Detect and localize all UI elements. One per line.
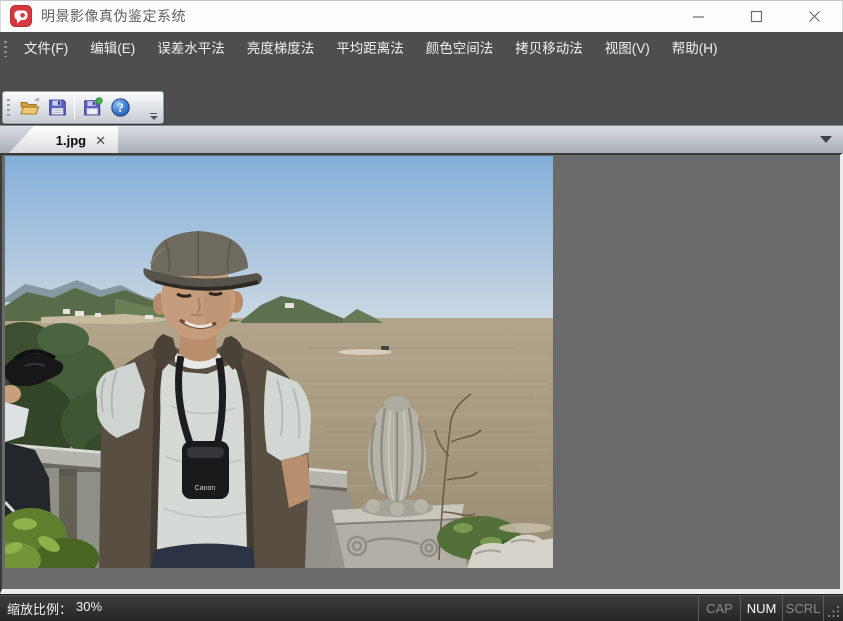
title-bar: 明景影像真伪鉴定系统 [0, 0, 843, 32]
menu-file[interactable]: 文件(F) [13, 32, 79, 66]
save-button[interactable] [43, 94, 71, 122]
toolbar: ? [2, 91, 164, 124]
tab-list-dropdown-icon[interactable] [820, 136, 832, 143]
photo-image: Canon [5, 156, 553, 568]
window-controls [669, 0, 843, 32]
document-tab-bar: 1.jpg ✕ [0, 125, 843, 153]
app-window: 明景影像真伪鉴定系统 文件(F) 编辑(E) 误差水平法 亮度梯度法 平均距离法… [0, 0, 843, 621]
photo-canvas[interactable]: Canon [5, 156, 553, 568]
tab-close-icon[interactable]: ✕ [95, 134, 106, 147]
toolbar-overflow-button[interactable] [147, 102, 160, 120]
caps-lock-indicator: CAP [698, 595, 740, 621]
toolbar-tray: ? [0, 66, 843, 125]
num-lock-indicator: NUM [740, 595, 782, 621]
menu-view[interactable]: 视图(V) [594, 32, 661, 66]
menu-edit[interactable]: 编辑(E) [79, 32, 146, 66]
maximize-button[interactable] [727, 0, 785, 32]
window-title: 明景影像真伪鉴定系统 [41, 6, 186, 26]
zoom-status: 缩放比例： 30% [7, 599, 102, 618]
minimize-button[interactable] [669, 0, 727, 32]
resize-grip-icon [827, 605, 840, 618]
camera-brand-text: Canon [195, 485, 216, 492]
resize-grip-handle[interactable] [824, 595, 843, 621]
status-bar: 缩放比例： 30% CAP NUM SCRL [0, 594, 843, 621]
menu-luminance-gradient[interactable]: 亮度梯度法 [236, 32, 326, 66]
menu-copy-move[interactable]: 拷贝移动法 [504, 32, 594, 66]
save-as-button[interactable] [78, 94, 106, 122]
zoom-value: 30% [76, 599, 102, 618]
scroll-lock-indicator: SCRL [782, 595, 824, 621]
toolbar-grip-handle[interactable] [7, 99, 10, 117]
menu-help[interactable]: 帮助(H) [661, 32, 729, 66]
menu-color-space[interactable]: 颜色空间法 [415, 32, 505, 66]
menubar-grip-handle[interactable] [4, 41, 7, 57]
keyboard-indicators: CAP NUM SCRL [698, 595, 824, 621]
save-icon [47, 97, 68, 118]
help-icon: ? [110, 97, 131, 118]
close-button[interactable] [785, 0, 843, 32]
save-as-icon [82, 97, 103, 118]
viewer-area: Canon [0, 153, 843, 594]
menu-error-level-analysis[interactable]: 误差水平法 [146, 32, 236, 66]
app-logo-icon [10, 5, 32, 27]
chevron-down-icon [150, 116, 158, 120]
menu-bar: 文件(F) 编辑(E) 误差水平法 亮度梯度法 平均距离法 颜色空间法 拷贝移动… [0, 32, 843, 66]
tab-label: 1.jpg [56, 133, 86, 148]
open-file-button[interactable] [15, 94, 43, 122]
menu-average-distance[interactable]: 平均距离法 [325, 32, 415, 66]
toolbar-separator [74, 97, 75, 119]
open-folder-icon [19, 97, 40, 118]
svg-text:?: ? [117, 101, 123, 115]
help-button[interactable]: ? [106, 94, 134, 122]
zoom-label: 缩放比例： [7, 599, 72, 618]
tab-1jpg[interactable]: 1.jpg ✕ [8, 126, 118, 154]
